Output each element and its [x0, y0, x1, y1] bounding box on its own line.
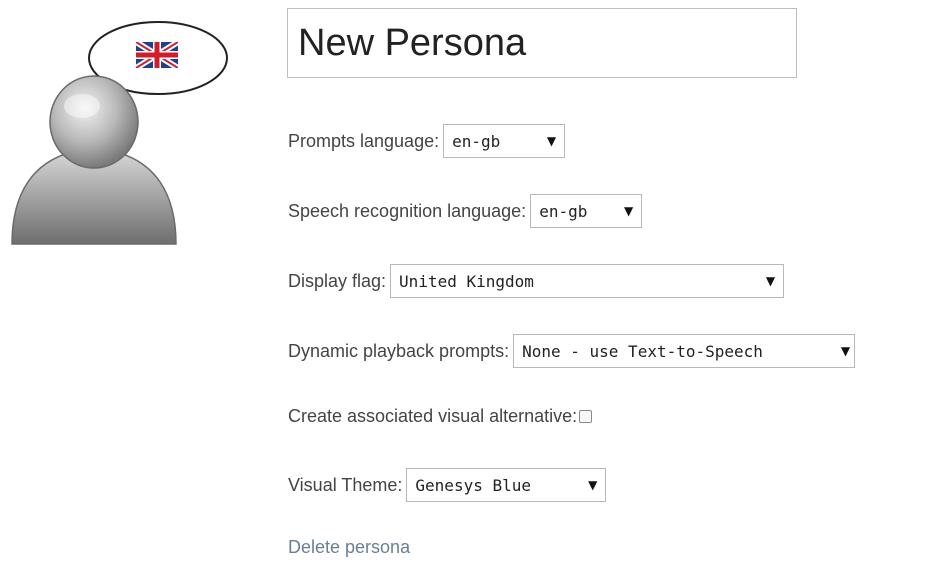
visual-alternative-checkbox[interactable]	[579, 410, 593, 423]
dynamic-playback-prompts-select[interactable]: None - use Text-to-Speech ▼	[513, 334, 856, 368]
person-silhouette-icon	[11, 75, 177, 245]
delete-persona-link[interactable]: Delete persona	[288, 537, 410, 558]
chevron-down-icon: ▼	[765, 274, 776, 288]
display-flag-select[interactable]: United Kingdom ▼	[390, 264, 785, 298]
prompts-language-label: Prompts language:	[288, 130, 440, 151]
prompts-language-value: en-gb	[452, 131, 501, 151]
dynamic-playback-prompts-label: Dynamic playback prompts:	[288, 340, 510, 361]
visual-alternative-row: Create associated visual alternative:	[288, 406, 593, 427]
chevron-down-icon: ▼	[588, 478, 598, 492]
chevron-down-icon: ▼	[546, 134, 557, 148]
prompts-language-row: Prompts language: en-gb ▼	[288, 124, 566, 158]
visual-theme-label: Visual Theme:	[288, 474, 403, 495]
visual-alternative-label: Create associated visual alternative:	[288, 406, 578, 426]
chevron-down-icon: ▼	[840, 344, 851, 358]
prompts-language-select[interactable]: en-gb ▼	[443, 124, 566, 158]
persona-name-input[interactable]	[287, 8, 797, 78]
speech-recognition-language-label: Speech recognition language:	[288, 200, 527, 221]
display-flag-row: Display flag: United Kingdom ▼	[288, 264, 785, 298]
display-flag-value: United Kingdom	[399, 271, 534, 291]
display-flag-label: Display flag:	[288, 270, 387, 291]
dynamic-playback-prompts-value: None - use Text-to-Speech	[522, 341, 763, 361]
dynamic-playback-prompts-row: Dynamic playback prompts: None - use Tex…	[288, 334, 856, 368]
persona-avatar	[8, 14, 236, 254]
visual-theme-value: Genesys Blue	[415, 475, 531, 495]
speech-recognition-language-value: en-gb	[539, 201, 588, 221]
visual-theme-select[interactable]: Genesys Blue ▼	[406, 468, 607, 502]
speech-recognition-language-select[interactable]: en-gb ▼	[530, 194, 643, 228]
visual-theme-row: Visual Theme: Genesys Blue ▼	[288, 468, 607, 502]
chevron-down-icon: ▼	[623, 204, 634, 218]
speech-recognition-language-row: Speech recognition language: en-gb ▼	[288, 194, 643, 228]
uk-flag-icon	[136, 42, 178, 68]
